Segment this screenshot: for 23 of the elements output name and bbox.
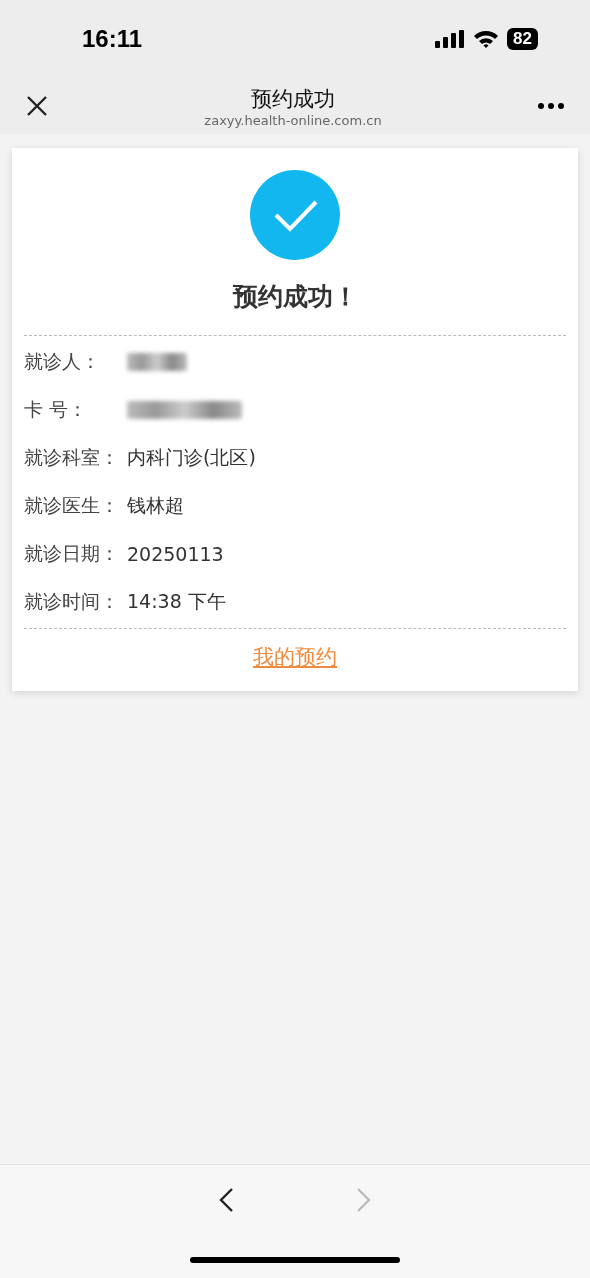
status-time: 16:11 (82, 25, 143, 53)
my-appointments-link[interactable]: 我的预约 (253, 643, 337, 671)
field-value: 14:38 下午 (127, 589, 226, 614)
field-label: 就诊时间： (24, 589, 120, 614)
battery-indicator: 82 (507, 28, 538, 50)
close-icon[interactable] (26, 95, 48, 117)
success-check-icon (250, 170, 340, 260)
success-title: 预约成功！ (232, 281, 358, 313)
back-icon[interactable] (218, 1187, 234, 1213)
field-value: 20250113 (127, 543, 224, 565)
field-label: 卡 号： (24, 397, 89, 422)
redacted-text (127, 353, 187, 371)
field-value: 钱林超 (127, 493, 184, 518)
field-label: 就诊日期： (24, 541, 120, 566)
field-label: 就诊人： (24, 349, 101, 374)
field-label: 就诊医生： (24, 493, 120, 518)
wifi-icon (473, 29, 500, 49)
field-value: 内科门诊(北区) (127, 445, 256, 470)
page-title: 预约成功 (251, 85, 335, 113)
more-icon[interactable] (538, 103, 564, 109)
field-label: 就诊科室： (24, 445, 120, 470)
page-url: zaxyy.health-online.com.cn (204, 112, 382, 128)
signal-icon (435, 30, 466, 48)
